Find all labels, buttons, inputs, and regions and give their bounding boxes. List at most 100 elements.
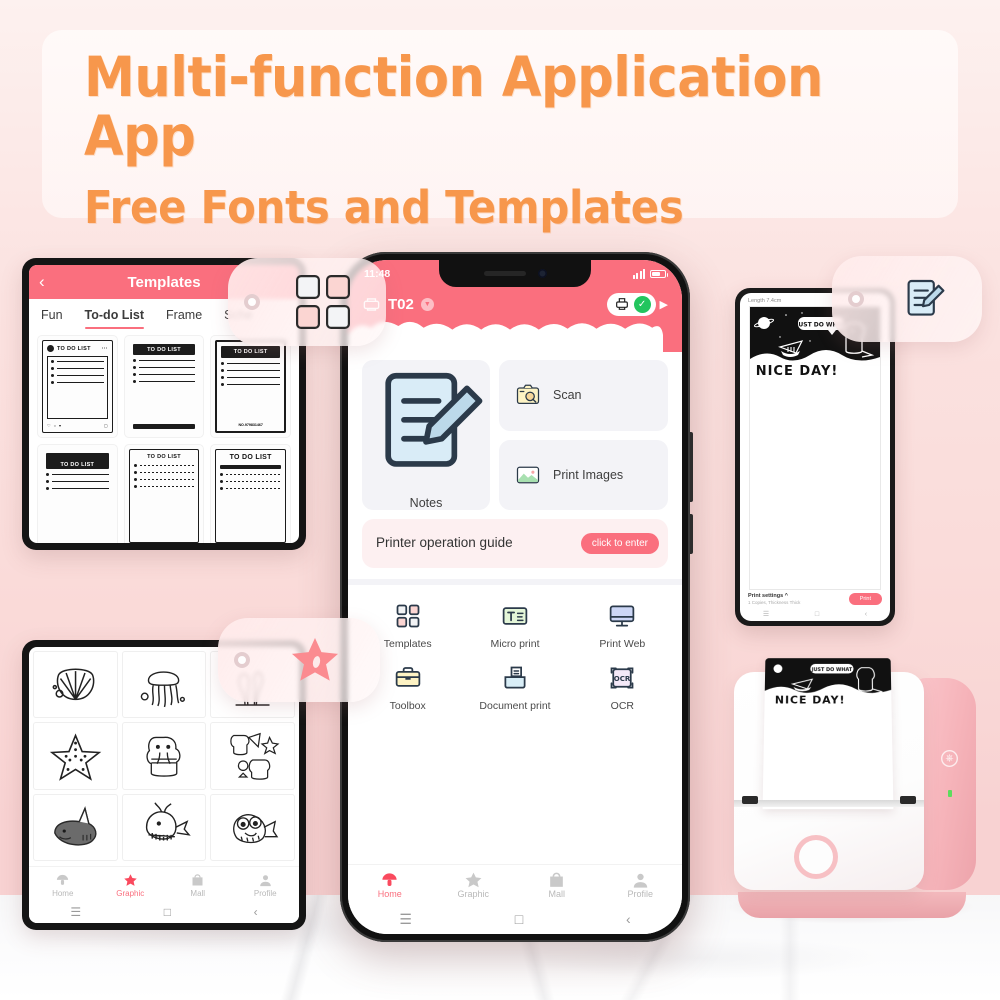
gfx-nav-mall[interactable]: Mall [164, 872, 232, 898]
device-name: T02 [388, 295, 414, 313]
tab-todo-list[interactable]: To-do List [84, 308, 145, 329]
device-selector[interactable]: T02 ▼ [362, 295, 434, 314]
nav-home-label: Home [377, 889, 402, 899]
menu-icon[interactable]: ☰ [70, 905, 81, 919]
status-led [948, 790, 952, 797]
printed-nice-day-artwork: JUST DO WHAT NICE DAY! [764, 658, 892, 709]
jellyfish-graphic[interactable] [121, 651, 207, 719]
template-card[interactable]: TO DO LIST [210, 444, 291, 543]
main-bottom-nav: Home Graphic Mall Profile ☰ □ ‹ [348, 864, 682, 934]
nav-profile[interactable]: Profile [599, 872, 683, 899]
printer-guide-card[interactable]: Printer operation guide click to enter [362, 519, 668, 568]
printed-paper: JUST DO WHAT NICE DAY! [762, 658, 894, 810]
monitor-icon [610, 605, 635, 627]
nav-home[interactable]: Home [348, 872, 432, 899]
shell-graphic[interactable] [33, 651, 118, 719]
whale-graphic[interactable] [121, 793, 207, 861]
printer-guide-text: Printer operation guide [376, 535, 513, 551]
preview-system-nav: ☰ □ ‹ [740, 607, 890, 621]
function-print-web[interactable]: Print Web [569, 602, 676, 650]
menu-icon[interactable]: ☰ [763, 610, 769, 618]
function-micro-print-label: Micro print [490, 638, 540, 650]
nav-graphic[interactable]: Graphic [432, 872, 516, 899]
person-icon [599, 872, 683, 889]
template-card[interactable]: TO DO LIST [123, 335, 205, 439]
print-settings-label: Print settings [748, 592, 784, 599]
tab-fun[interactable]: Fun [41, 308, 63, 329]
template-card-title: TO DO LIST [229, 454, 272, 462]
notes-icon [385, 372, 483, 467]
notes-card[interactable]: Notes [362, 360, 490, 510]
speaker-grill [483, 271, 526, 276]
print-button[interactable]: Print [848, 592, 882, 605]
feature-cards: Notes Scan Print Images [362, 360, 668, 510]
gfx-nav-profile[interactable]: Profile [232, 872, 300, 898]
starfish-graphic[interactable] [33, 722, 118, 790]
check-circle-icon: ✓ [633, 295, 651, 313]
shark-graphic[interactable] [33, 793, 118, 861]
connection-status[interactable]: ✓ [606, 292, 656, 316]
paper-slot [734, 796, 924, 807]
home-square-icon[interactable]: □ [815, 611, 819, 618]
template-card-title: TO DO LIST [233, 349, 268, 355]
nav-graphic-label: Graphic [457, 889, 489, 899]
slot-cap-right [900, 796, 916, 804]
gfx-nav-home[interactable]: Home [29, 872, 97, 898]
chevron-left-icon[interactable]: ‹ [39, 272, 45, 292]
star-icon [250, 638, 380, 682]
gfx-nav-graphic[interactable]: Graphic [97, 872, 165, 898]
printed-bubble-text: JUST DO WHAT [811, 667, 853, 673]
battery-icon [650, 269, 668, 278]
star-icon [432, 872, 516, 889]
function-micro-print[interactable]: Micro print [461, 602, 568, 650]
printer-base [738, 892, 966, 918]
template-card[interactable]: TO DO LIST [123, 444, 205, 543]
preview-paper: JUST DO WHAT NICE DAY! [750, 307, 880, 589]
scan-camera-icon [516, 384, 540, 405]
print-settings-detail: 1 Copies, Thickness Thick [748, 600, 801, 605]
function-ocr[interactable]: OCR OCR [569, 664, 676, 712]
click-to-enter-button[interactable]: click to enter [580, 533, 659, 554]
cloud-divider [348, 321, 663, 353]
templates-grid: TO DO LIST ⋯ ♡ ○ ▾ ▢ TO DO LIST TO DO LI… [29, 329, 299, 543]
template-card-title: TO DO LIST [60, 462, 95, 469]
chevron-down-icon[interactable]: ▼ [420, 297, 434, 311]
promo-banner: Multi-function Application App Free Font… [42, 30, 958, 232]
walrus-graphic[interactable] [121, 722, 207, 790]
template-card-title: TO DO LIST [147, 454, 181, 461]
back-chevron-icon[interactable]: ‹ [254, 905, 258, 919]
template-card[interactable]: TO DO LIST [37, 444, 118, 543]
banner-title: Multi-function Application App [84, 45, 823, 169]
nav-mall-label: Mall [548, 889, 565, 899]
templates-title: Templates [127, 273, 201, 291]
scan-card-label: Scan [553, 388, 582, 403]
printer-photo-icon [363, 297, 380, 311]
walrus-pair-graphic[interactable] [210, 722, 295, 790]
template-card-serial: NO.979831467 [238, 423, 263, 428]
nav-profile-label: Profile [627, 889, 653, 899]
back-chevron-icon[interactable]: ‹ [865, 611, 867, 618]
home-square-icon[interactable]: □ [164, 905, 171, 919]
printer-feed-button[interactable] [794, 835, 838, 879]
printed-artwork: JUST DO WHAT NICE DAY! [764, 658, 892, 709]
nav-mall[interactable]: Mall [515, 872, 599, 899]
bag-icon [164, 872, 232, 889]
slot-cap-left [742, 796, 758, 804]
gfx-nav-home-label: Home [52, 889, 74, 898]
pufferfish-graphic[interactable] [210, 793, 295, 861]
mushroom-icon [29, 872, 97, 889]
function-document-print[interactable]: Document print [461, 664, 568, 712]
chevron-right-icon[interactable]: ▶ [660, 298, 668, 311]
scan-card[interactable]: Scan [499, 360, 668, 431]
home-square-icon[interactable]: □ [515, 911, 523, 927]
template-card[interactable]: TO DO LIST ⋯ ♡ ○ ▾ ▢ [37, 335, 118, 439]
menu-icon[interactable]: ☰ [399, 911, 412, 928]
print-images-card-label: Print Images [553, 467, 624, 482]
template-card[interactable]: TO DO LIST NO.979831467 [210, 335, 291, 439]
print-images-card[interactable]: Print Images [499, 439, 668, 510]
chevron-up-icon[interactable]: ^ [785, 593, 788, 599]
back-chevron-icon[interactable]: ‹ [626, 911, 631, 927]
tab-frame[interactable]: Frame [166, 308, 202, 329]
template-card-title: TO DO LIST [57, 345, 91, 352]
power-icon[interactable]: ⎈ [941, 750, 958, 767]
